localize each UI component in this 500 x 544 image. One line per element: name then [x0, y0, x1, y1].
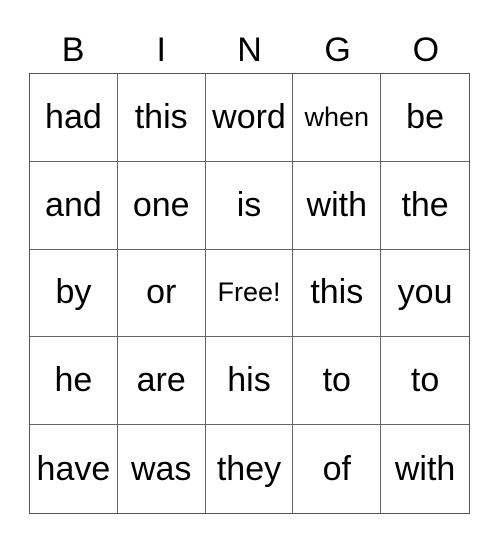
bingo-cell[interactable]: they — [206, 425, 294, 513]
header-letter-b: B — [61, 31, 85, 69]
header-letter-g: G — [324, 31, 351, 69]
bingo-cell[interactable]: he — [30, 337, 118, 426]
bingo-cell[interactable]: this — [117, 74, 206, 162]
bingo-cell[interactable]: have — [30, 425, 118, 513]
header-letter-i: I — [156, 31, 166, 69]
bingo-cell[interactable]: and — [30, 161, 118, 250]
bingo-cell[interactable]: or — [117, 249, 206, 338]
bingo-cell[interactable]: the — [381, 162, 469, 250]
bingo-cell[interactable]: this — [293, 249, 382, 338]
header-letter-n: N — [237, 31, 262, 69]
bingo-cell[interactable]: word — [205, 74, 294, 162]
bingo-cell[interactable]: by — [30, 249, 118, 338]
bingo-cell[interactable]: you — [381, 250, 469, 338]
bingo-cell[interactable]: is — [205, 161, 294, 250]
bingo-cell[interactable]: one — [117, 161, 206, 250]
bingo-header: B I N G O — [29, 28, 470, 72]
bingo-cell[interactable]: to — [293, 337, 382, 426]
bingo-cell[interactable]: with — [381, 425, 469, 513]
bingo-cell[interactable]: be — [381, 74, 469, 162]
bingo-cell[interactable]: was — [118, 425, 206, 513]
bingo-cell[interactable]: when — [293, 74, 382, 162]
bingo-cell[interactable]: of — [293, 425, 382, 513]
bingo-cell[interactable]: his — [205, 337, 294, 426]
bingo-cell[interactable]: with — [293, 161, 382, 250]
header-letter-o: O — [412, 31, 440, 69]
bingo-cell[interactable]: to — [381, 337, 469, 426]
free-space-cell[interactable]: Free! — [205, 249, 294, 338]
bingo-cell[interactable]: are — [117, 337, 206, 426]
bingo-cell[interactable]: had — [30, 74, 118, 162]
bingo-grid: had this word when be and one is with th… — [29, 73, 470, 514]
